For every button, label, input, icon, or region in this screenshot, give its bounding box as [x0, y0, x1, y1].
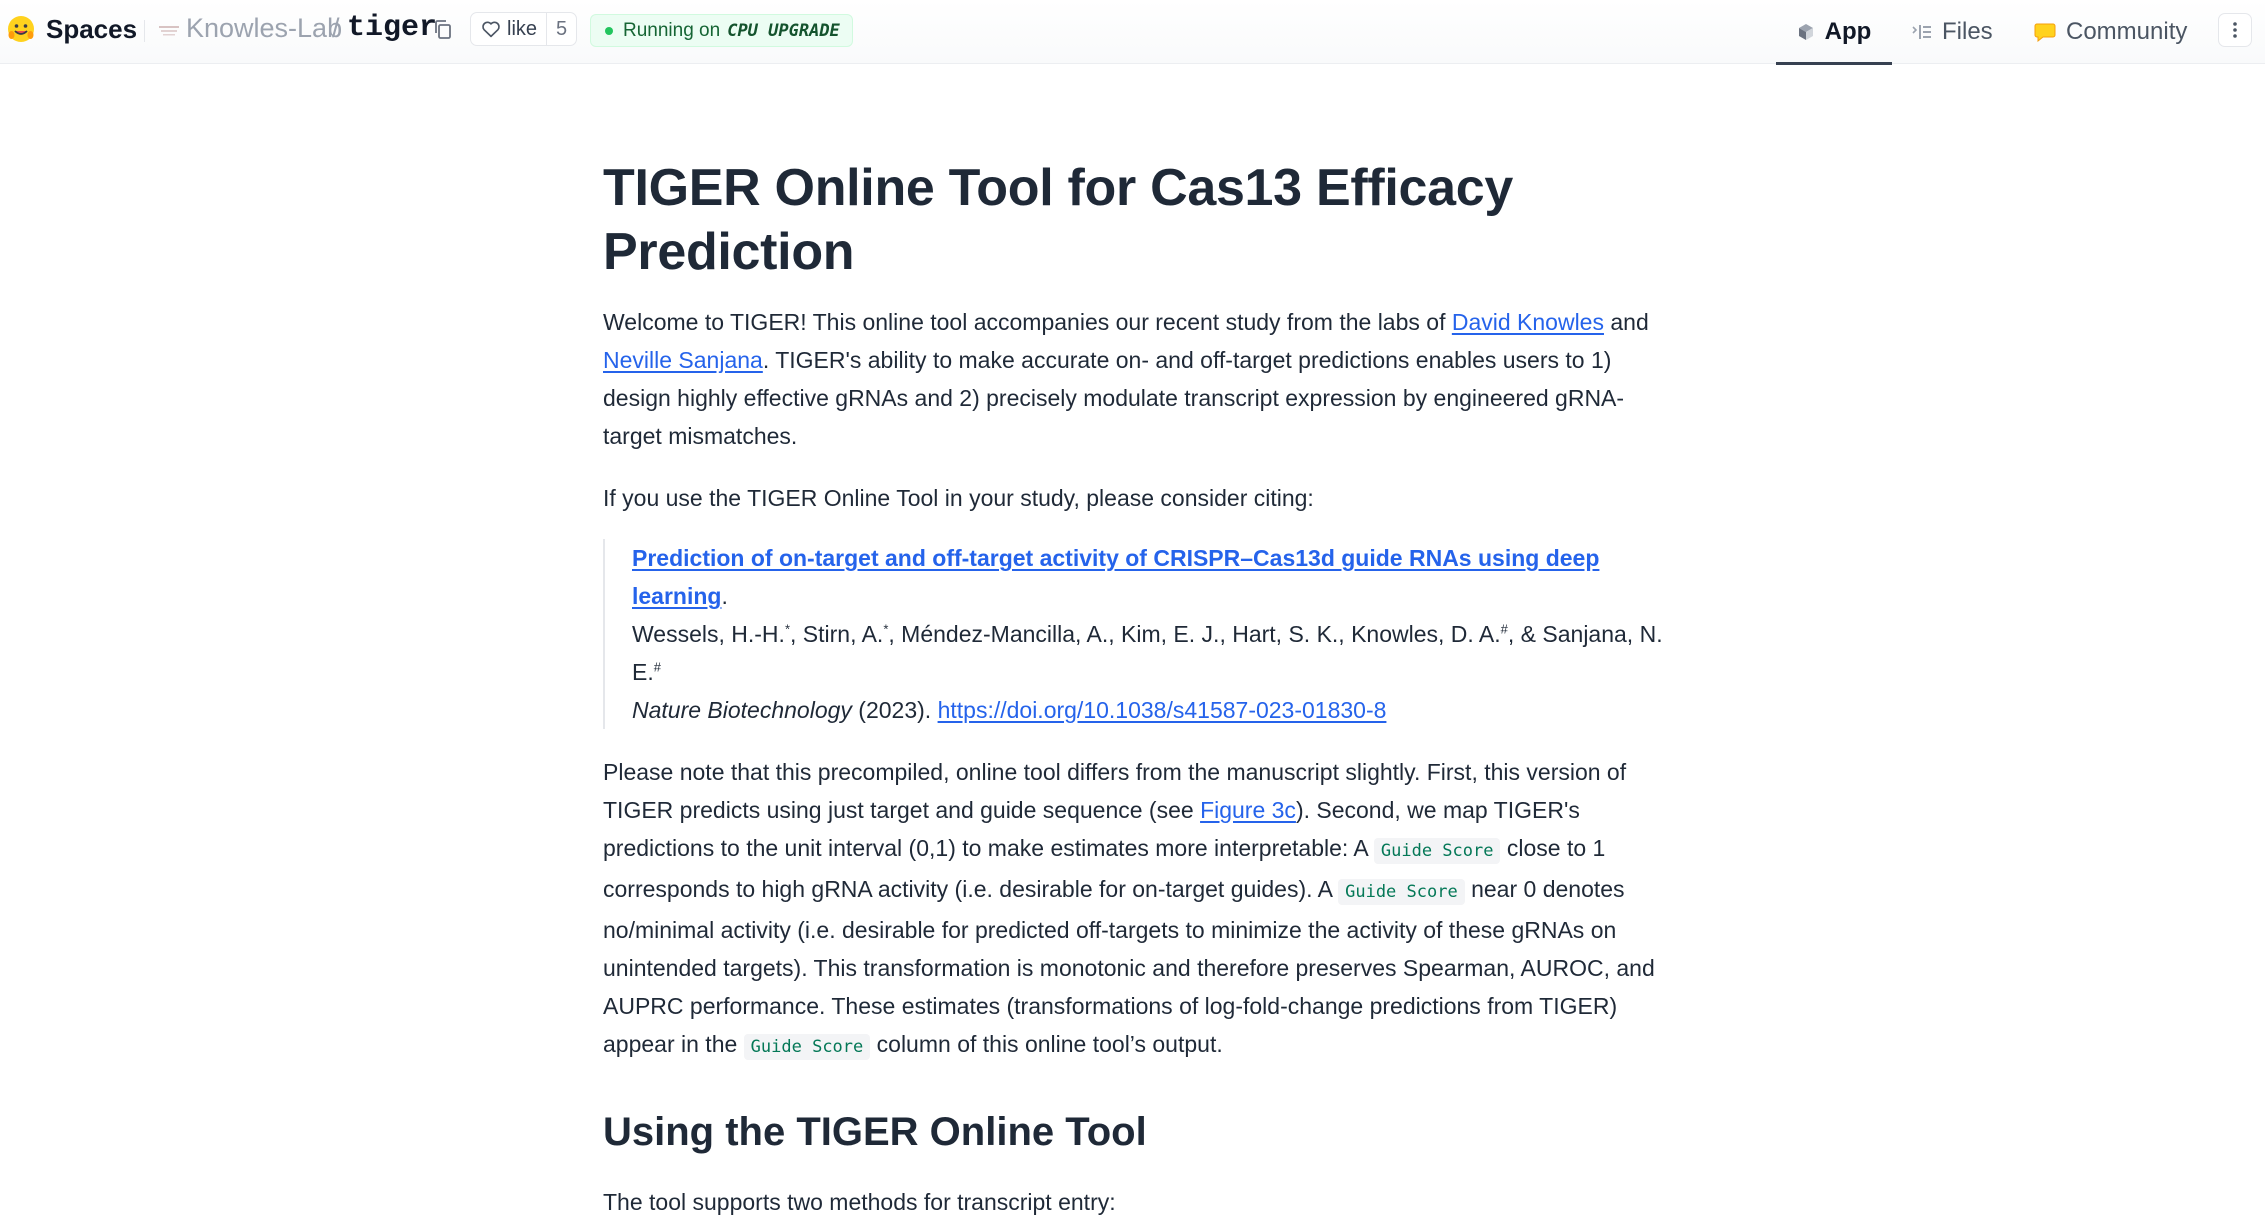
status-hardware: CPU UPGRADE	[727, 20, 840, 41]
guide-score-code: Guide Score	[1373, 838, 1501, 864]
cite-prompt: If you use the TIGER Online Tool in your…	[603, 485, 1314, 511]
tab-app[interactable]: App	[1776, 0, 1892, 65]
citation-year: (2023).	[851, 697, 938, 723]
app-content: TIGER Online Tool for Cas13 Efficacy Pre…	[603, 156, 1663, 1221]
tab-files-label: Files	[1942, 18, 1993, 45]
tab-community-label: Community	[2066, 18, 2188, 45]
intro-text-2: and	[1603, 309, 1649, 335]
author-3: , Méndez-Mancilla, A., Kim, E. J., Hart,…	[888, 621, 1501, 647]
tab-community[interactable]: Community	[2034, 0, 2187, 64]
note-text-4: near 0 denotes no/minimal activity (i.e.…	[603, 876, 1655, 1057]
spaces-link[interactable]: Spaces	[46, 14, 137, 45]
citation-authors: Wessels, H.-H.*, Stirn, A.*, Méndez-Manc…	[632, 621, 1663, 685]
paper-title-link[interactable]: Prediction of on-target and off-target a…	[632, 545, 1599, 609]
community-icon	[2034, 23, 2056, 42]
figure-3c-link[interactable]: Figure 3c	[1200, 797, 1296, 823]
heart-icon	[482, 21, 500, 38]
hugging-face-logo-icon[interactable]	[7, 15, 35, 43]
section-heading: Using the TIGER Online Tool	[603, 1110, 1147, 1154]
top-navigation-bar: Spaces Knowles-Lab / tiger like 5 Runnin…	[0, 0, 2265, 65]
tab-app-label: App	[1824, 18, 1872, 45]
like-button[interactable]: like 5	[470, 12, 577, 46]
space-name-link[interactable]: tiger	[347, 11, 437, 45]
section-text: The tool supports two methods for transc…	[603, 1189, 1116, 1215]
like-label: like	[507, 17, 538, 40]
like-toggle[interactable]: like	[471, 13, 547, 45]
author-2: , Stirn, A.	[790, 621, 884, 647]
citation-title-end: .	[721, 583, 728, 609]
header-divider	[144, 20, 145, 42]
org-avatar-icon[interactable]	[159, 23, 179, 39]
more-vertical-icon	[2233, 22, 2237, 38]
path-separator: /	[332, 13, 340, 43]
intro-text-1: Welcome to TIGER! This online tool accom…	[603, 309, 1452, 335]
author-3-mark: #	[1500, 621, 1508, 637]
citation-block: Prediction of on-target and off-target a…	[603, 539, 1663, 729]
files-icon	[1912, 25, 1931, 39]
guide-score-code: Guide Score	[1338, 879, 1465, 905]
author-1: Wessels, H.-H.	[632, 621, 785, 647]
note-paragraph: Please note that this precompiled, onlin…	[603, 753, 1663, 1066]
author-4-mark: #	[653, 659, 661, 675]
neville-sanjana-link[interactable]: Neville Sanjana	[603, 347, 763, 373]
intro-paragraph: Welcome to TIGER! This online tool accom…	[603, 303, 1663, 455]
tab-files[interactable]: Files	[1912, 0, 1993, 64]
org-name-link[interactable]: Knowles-Lab	[186, 13, 342, 44]
status-dot-icon	[605, 26, 613, 35]
journal-name: Nature Biotechnology	[632, 697, 852, 723]
note-text-5: column of this online tool’s output.	[870, 1031, 1223, 1057]
page-title: TIGER Online Tool for Cas13 Efficacy Pre…	[603, 159, 1513, 281]
doi-link[interactable]: https://doi.org/10.1038/s41587-023-01830…	[938, 697, 1387, 723]
running-status-badge[interactable]: Running on CPU UPGRADE	[590, 14, 853, 47]
more-options-button[interactable]	[2218, 13, 2252, 47]
david-knowles-link[interactable]: David Knowles	[1452, 309, 1604, 335]
cube-icon	[1798, 24, 1813, 40]
like-count[interactable]: 5	[547, 13, 576, 45]
status-prefix: Running on	[623, 19, 721, 41]
copy-icon[interactable]	[432, 18, 454, 42]
guide-score-code: Guide Score	[743, 1034, 871, 1060]
